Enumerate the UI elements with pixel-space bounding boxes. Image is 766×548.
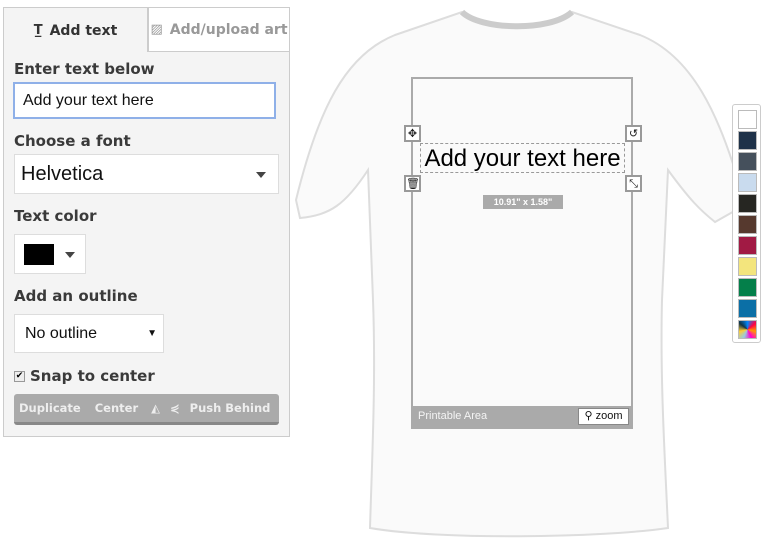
move-icon[interactable]: ✥ [404, 125, 421, 142]
dimensions-badge: 10.91" x 1.58" [483, 195, 563, 209]
swatch-white[interactable] [738, 110, 757, 129]
printable-area: Printable Area ⚲ zoom [411, 77, 633, 429]
trash-icon[interactable]: 🗑 [404, 175, 421, 192]
design-text[interactable]: Add your text here [420, 143, 625, 173]
resize-icon[interactable]: ⤡ [625, 175, 642, 192]
printable-area-bar: Printable Area ⚲ zoom [413, 406, 631, 427]
rotate-icon[interactable]: ↺ [625, 125, 642, 142]
swatch-blue[interactable] [738, 299, 757, 318]
shirt-color-palette [732, 104, 761, 343]
tshirt-image [294, 9, 747, 538]
palette-icon[interactable] [738, 320, 757, 339]
swatch-charcoal[interactable] [738, 152, 757, 171]
swatch-light-blue[interactable] [738, 173, 757, 192]
swatch-black[interactable] [738, 194, 757, 213]
swatch-maroon[interactable] [738, 236, 757, 255]
swatch-navy[interactable] [738, 131, 757, 150]
swatch-yellow[interactable] [738, 257, 757, 276]
swatch-green[interactable] [738, 278, 757, 297]
swatch-brown[interactable] [738, 215, 757, 234]
zoom-button[interactable]: ⚲ zoom [578, 408, 629, 425]
search-icon: ⚲ [584, 410, 593, 422]
